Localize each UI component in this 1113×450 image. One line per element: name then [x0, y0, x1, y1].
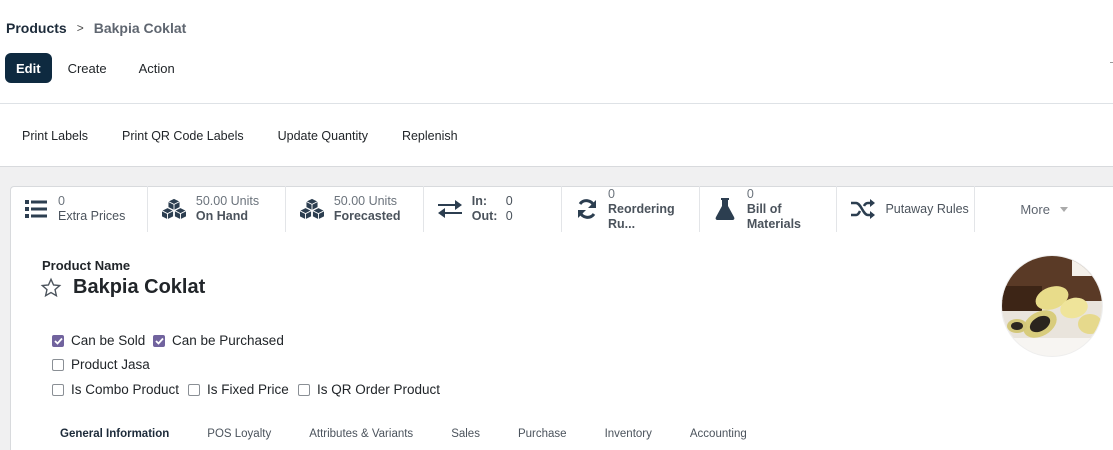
- replenish-button[interactable]: Replenish: [402, 129, 458, 143]
- reordering-value: 0: [607, 186, 615, 201]
- control-panel: Products > Bakpia Coklat Edit Create Act…: [0, 0, 1113, 104]
- exchange-icon: [437, 197, 462, 221]
- bill-of-materials-button[interactable]: 0 Bill of Materials: [700, 186, 838, 232]
- is-fixed-price-label: Is Fixed Price: [207, 382, 289, 397]
- checkbox-checked-icon: [52, 334, 64, 347]
- more-label: More: [1020, 201, 1050, 217]
- is-combo-product-label: Is Combo Product: [71, 382, 180, 397]
- tab-purchase[interactable]: Purchase: [518, 426, 567, 442]
- extra-prices-label: Extra Prices: [58, 209, 126, 223]
- checkbox-icon: [52, 358, 64, 371]
- putaway-label: Putaway Rules: [885, 201, 969, 216]
- breadcrumb: Products > Bakpia Coklat: [6, 20, 186, 36]
- on-hand-label: On Hand: [195, 209, 248, 223]
- is-qr-order-product-label: Is QR Order Product: [317, 382, 441, 397]
- out-label: Out:: [471, 209, 498, 223]
- list-icon: [24, 197, 48, 221]
- bom-label: Bill of Materials: [746, 201, 802, 231]
- print-labels-button[interactable]: Print Labels: [22, 129, 88, 143]
- in-value: 0: [505, 194, 513, 208]
- breadcrumb-separator: >: [76, 21, 84, 35]
- extra-prices-value: 0: [58, 194, 65, 208]
- bom-value: 0: [746, 186, 754, 201]
- can-be-sold-label: Can be Sold: [71, 333, 146, 348]
- on-hand-value: 50.00 Units: [195, 194, 260, 208]
- smart-button-box: 0 Extra Prices 50.00 Units On Hand 50.00 U…: [10, 186, 1113, 232]
- putaway-rules-button[interactable]: Putaway Rules: [837, 186, 976, 232]
- refresh-icon: [576, 197, 598, 221]
- product-jasa-checkbox[interactable]: Product Jasa: [52, 357, 150, 372]
- can-be-purchased-checkbox[interactable]: Can be Purchased: [153, 333, 284, 348]
- out-value: 0: [505, 209, 513, 223]
- update-quantity-button[interactable]: Update Quantity: [278, 129, 368, 143]
- checkbox-icon: [52, 383, 64, 396]
- checkbox-icon: [298, 383, 310, 396]
- reordering-rules-button[interactable]: 0 Reordering Ru...: [562, 186, 700, 232]
- on-hand-button[interactable]: 50.00 Units On Hand: [148, 186, 286, 232]
- is-combo-product-checkbox[interactable]: Is Combo Product: [52, 382, 179, 397]
- chevron-down-icon: [1059, 206, 1068, 212]
- checkbox-icon: [188, 383, 200, 396]
- product-name[interactable]: Bakpia Coklat: [73, 276, 205, 299]
- extra-prices-button[interactable]: 0 Extra Prices: [10, 186, 148, 232]
- product-name-label: Product Name: [42, 258, 131, 273]
- reordering-label: Reordering Ru...: [607, 201, 675, 231]
- print-qr-labels-button[interactable]: Print QR Code Labels: [122, 129, 244, 143]
- is-qr-order-product-checkbox[interactable]: Is QR Order Product: [298, 382, 440, 397]
- statusbar: Print Labels Print QR Code Labels Update…: [0, 105, 1113, 167]
- tab-pos-loyalty[interactable]: POS Loyalty: [207, 426, 271, 442]
- notebook-tabs: General Information POS Loyalty Attribut…: [42, 426, 785, 442]
- in-out-button[interactable]: In: 0 Out: 0: [424, 186, 562, 232]
- action-dropdown[interactable]: Action: [139, 53, 175, 83]
- in-label: In:: [471, 194, 487, 208]
- breadcrumb-current: Bakpia Coklat: [93, 20, 187, 36]
- is-fixed-price-checkbox[interactable]: Is Fixed Price: [188, 382, 289, 397]
- tab-accounting[interactable]: Accounting: [690, 426, 747, 442]
- product-jasa-label: Product Jasa: [71, 357, 150, 372]
- cubes-icon: [299, 197, 324, 221]
- more-button[interactable]: More: [975, 186, 1113, 232]
- cubes-icon: [161, 197, 186, 221]
- action-buttons: Edit Create Action: [5, 53, 175, 83]
- tab-inventory[interactable]: Inventory: [605, 426, 652, 442]
- forecasted-value: 50.00 Units: [333, 194, 398, 208]
- edit-button[interactable]: Edit: [5, 53, 52, 83]
- checkbox-checked-icon: [153, 334, 165, 347]
- product-image[interactable]: [1002, 256, 1102, 356]
- star-icon[interactable]: [40, 277, 62, 299]
- breadcrumb-products-link[interactable]: Products: [6, 20, 67, 36]
- forecasted-button[interactable]: 50.00 Units Forecasted: [286, 186, 424, 232]
- flask-icon: [714, 197, 737, 221]
- tab-general-information[interactable]: General Information: [60, 426, 169, 442]
- random-icon: [851, 197, 876, 221]
- can-be-purchased-label: Can be Purchased: [172, 333, 284, 348]
- forecasted-label: Forecasted: [333, 209, 401, 223]
- can-be-sold-checkbox[interactable]: Can be Sold: [52, 333, 145, 348]
- create-button[interactable]: Create: [68, 53, 107, 83]
- tab-attributes-variants[interactable]: Attributes & Variants: [309, 426, 413, 442]
- tab-sales[interactable]: Sales: [451, 426, 480, 442]
